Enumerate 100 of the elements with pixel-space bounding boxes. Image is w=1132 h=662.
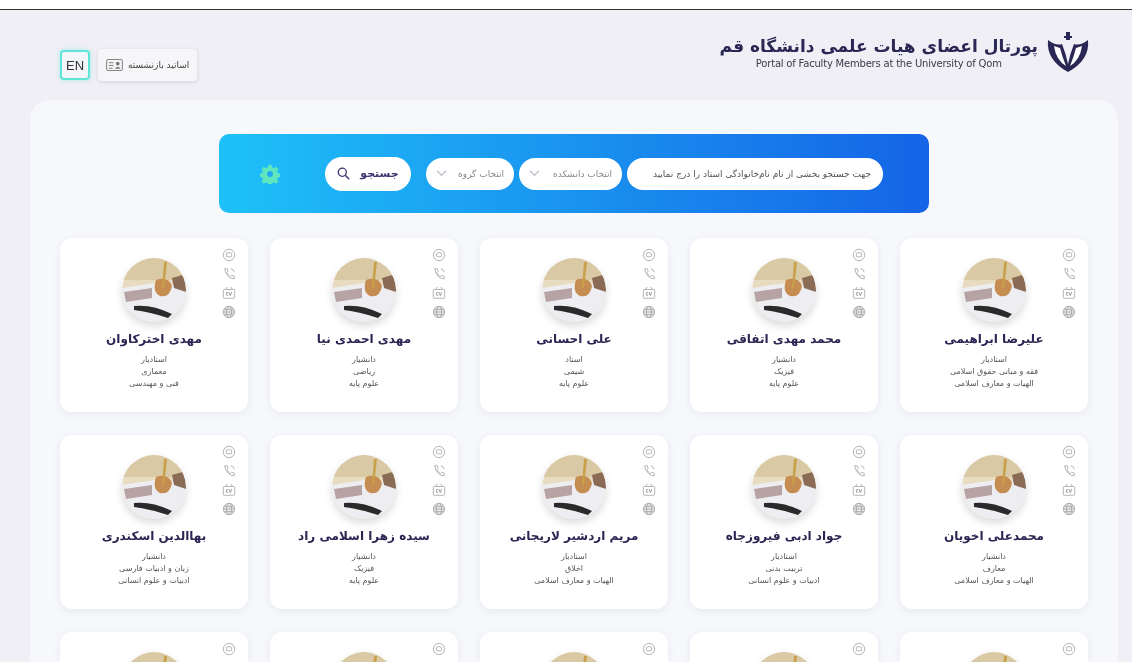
chat-icon[interactable] [222,445,236,459]
group-dropdown[interactable]: انتخاب گروه [426,157,514,190]
cv-icon[interactable] [642,286,656,300]
cv-icon[interactable] [1062,286,1076,300]
chat-icon[interactable] [852,248,866,262]
faculty-name-line: الهیات و معارف اسلامی [954,378,1034,390]
chat-icon[interactable] [642,248,656,262]
academic-rank: استادیار [771,551,797,563]
phone-icon[interactable] [642,464,656,478]
globe-icon[interactable] [222,305,236,319]
faculty-name-line: الهیات و معارف اسلامی [534,575,614,587]
globe-icon[interactable] [432,502,446,516]
cv-icon[interactable] [642,483,656,497]
phone-icon[interactable] [852,464,866,478]
globe-icon[interactable] [852,502,866,516]
globe-icon[interactable] [1062,305,1076,319]
chat-icon[interactable] [642,642,656,656]
faculty-card[interactable]: بهاالدین اسکندری دانشیار زبان و ادبیات فارسی ادبیات و علوم انسانی [60,435,248,609]
chat-icon[interactable] [1062,642,1076,656]
cv-icon[interactable] [432,483,446,497]
faculty-card[interactable] [690,632,878,662]
faculty-name[interactable]: بهاالدین اسکندری [101,529,207,543]
chat-icon[interactable] [222,248,236,262]
globe-icon[interactable] [642,502,656,516]
chat-icon[interactable] [1062,445,1076,459]
faculty-name-line: علوم پایه [348,378,380,390]
faculty-name[interactable]: سیده زهرا اسلامی راد [298,529,430,543]
phone-icon[interactable] [432,464,446,478]
faculty-name[interactable]: مهدی احمدی نیا [316,332,412,346]
faculty-name-line: ادبیات و علوم انسانی [748,575,820,587]
cv-icon[interactable] [432,286,446,300]
faculty-card[interactable]: محمد مهدی اتفاقی دانشیار فیزیک علوم پایه [690,238,878,412]
faculty-card[interactable]: محمدعلی اخویان دانشیار معارف الهیات و معارف اسلامی [900,435,1088,609]
faculty-name-line: علوم پایه [558,378,590,390]
cv-icon[interactable] [852,286,866,300]
phone-icon[interactable] [642,267,656,281]
faculty-name-line: الهیات و معارف اسلامی [954,575,1034,587]
faculty-name[interactable]: محمد مهدی اتفاقی [726,332,842,346]
academic-rank: استادیار [561,551,587,563]
phone-icon[interactable] [222,464,236,478]
faculty-name[interactable]: جواد ادبی فیروزجاه [725,529,843,543]
phone-icon[interactable] [1062,267,1076,281]
chat-icon[interactable] [642,445,656,459]
phone-icon[interactable] [432,267,446,281]
chat-icon[interactable] [222,642,236,656]
faculty-card[interactable]: علیرضا ابراهیمی استادیار فقه و مبانی حقوق اسلامی الهیات و معارف اسلامی [900,238,1088,412]
faculty-card[interactable] [270,632,458,662]
department-name: معارف [982,563,1006,575]
faculty-name-line: علوم پایه [348,575,380,587]
phone-icon[interactable] [222,267,236,281]
faculty-name[interactable]: مریم اردشیر لاریجانی [509,529,639,543]
chat-icon[interactable] [432,642,446,656]
cv-icon[interactable] [222,483,236,497]
globe-icon[interactable] [642,305,656,319]
department-name: معماری [141,366,167,378]
cv-icon[interactable] [1062,483,1076,497]
academic-rank: دانشیار [352,354,376,366]
department-name: شیمی [563,366,585,378]
faculty-name[interactable]: علی احسانی [536,332,612,346]
department-name: فیزیک [354,563,375,575]
faculty-card[interactable]: جواد ادبی فیروزجاه استادیار تربیت بدنی ادبیات و علوم انسانی [690,435,878,609]
academic-rank: استاد [565,354,583,366]
cv-icon[interactable] [222,286,236,300]
cv-icon[interactable] [852,483,866,497]
globe-icon[interactable] [432,305,446,319]
faculty-dropdown[interactable]: انتخاب دانشکده [519,157,622,190]
language-button[interactable]: EN [60,50,90,80]
search-field[interactable]: جهت جستجو بخشی از نام نام‌خانوادگی استاد را درج نمایید [627,157,883,190]
chat-icon[interactable] [432,445,446,459]
department-name: زبان و ادبیات فارسی [119,563,189,575]
globe-icon[interactable] [222,502,236,516]
chat-icon[interactable] [1062,248,1076,262]
faculty-card[interactable] [480,632,668,662]
chat-icon[interactable] [852,445,866,459]
retired-faculty-button[interactable]: اساتید بازنشسته [98,49,198,81]
faculty-card[interactable]: مهدی احمدی نیا دانشیار ریاضی علوم پایه [270,238,458,412]
faculty-card[interactable]: سیده زهرا اسلامی راد دانشیار فیزیک علوم پایه [270,435,458,609]
chat-icon[interactable] [432,248,446,262]
phone-icon[interactable] [852,267,866,281]
department-name: تربیت بدنی [765,563,803,575]
faculty-name-line: فنی و مهندسی [129,378,179,390]
globe-icon[interactable] [852,305,866,319]
department-name: ریاضی [353,366,375,378]
faculty-card[interactable]: علی احسانی استاد شیمی علوم پایه [480,238,668,412]
faculty-card[interactable]: مریم اردشیر لاریجانی استادیار اخلاق الهیات و معارف اسلامی [480,435,668,609]
faculty-name[interactable]: محمدعلی اخویان [944,529,1044,543]
faculty-card[interactable]: مهدی اخترکاوان استادیار معماری فنی و مهندسی [60,238,248,412]
academic-rank: دانشیار [982,551,1006,563]
search-icon [337,167,351,180]
globe-icon[interactable] [1062,502,1076,516]
settings-icon[interactable] [260,163,280,184]
phone-icon[interactable] [1062,464,1076,478]
faculty-name[interactable]: مهدی اخترکاوان [106,332,202,346]
chat-icon[interactable] [852,642,866,656]
academic-rank: دانشیار [142,551,166,563]
academic-rank: استادیار [141,354,167,366]
search-button[interactable]: جستجو [325,156,411,191]
faculty-card[interactable] [60,632,248,662]
faculty-card[interactable] [900,632,1088,662]
faculty-name[interactable]: علیرضا ابراهیمی [944,332,1044,346]
